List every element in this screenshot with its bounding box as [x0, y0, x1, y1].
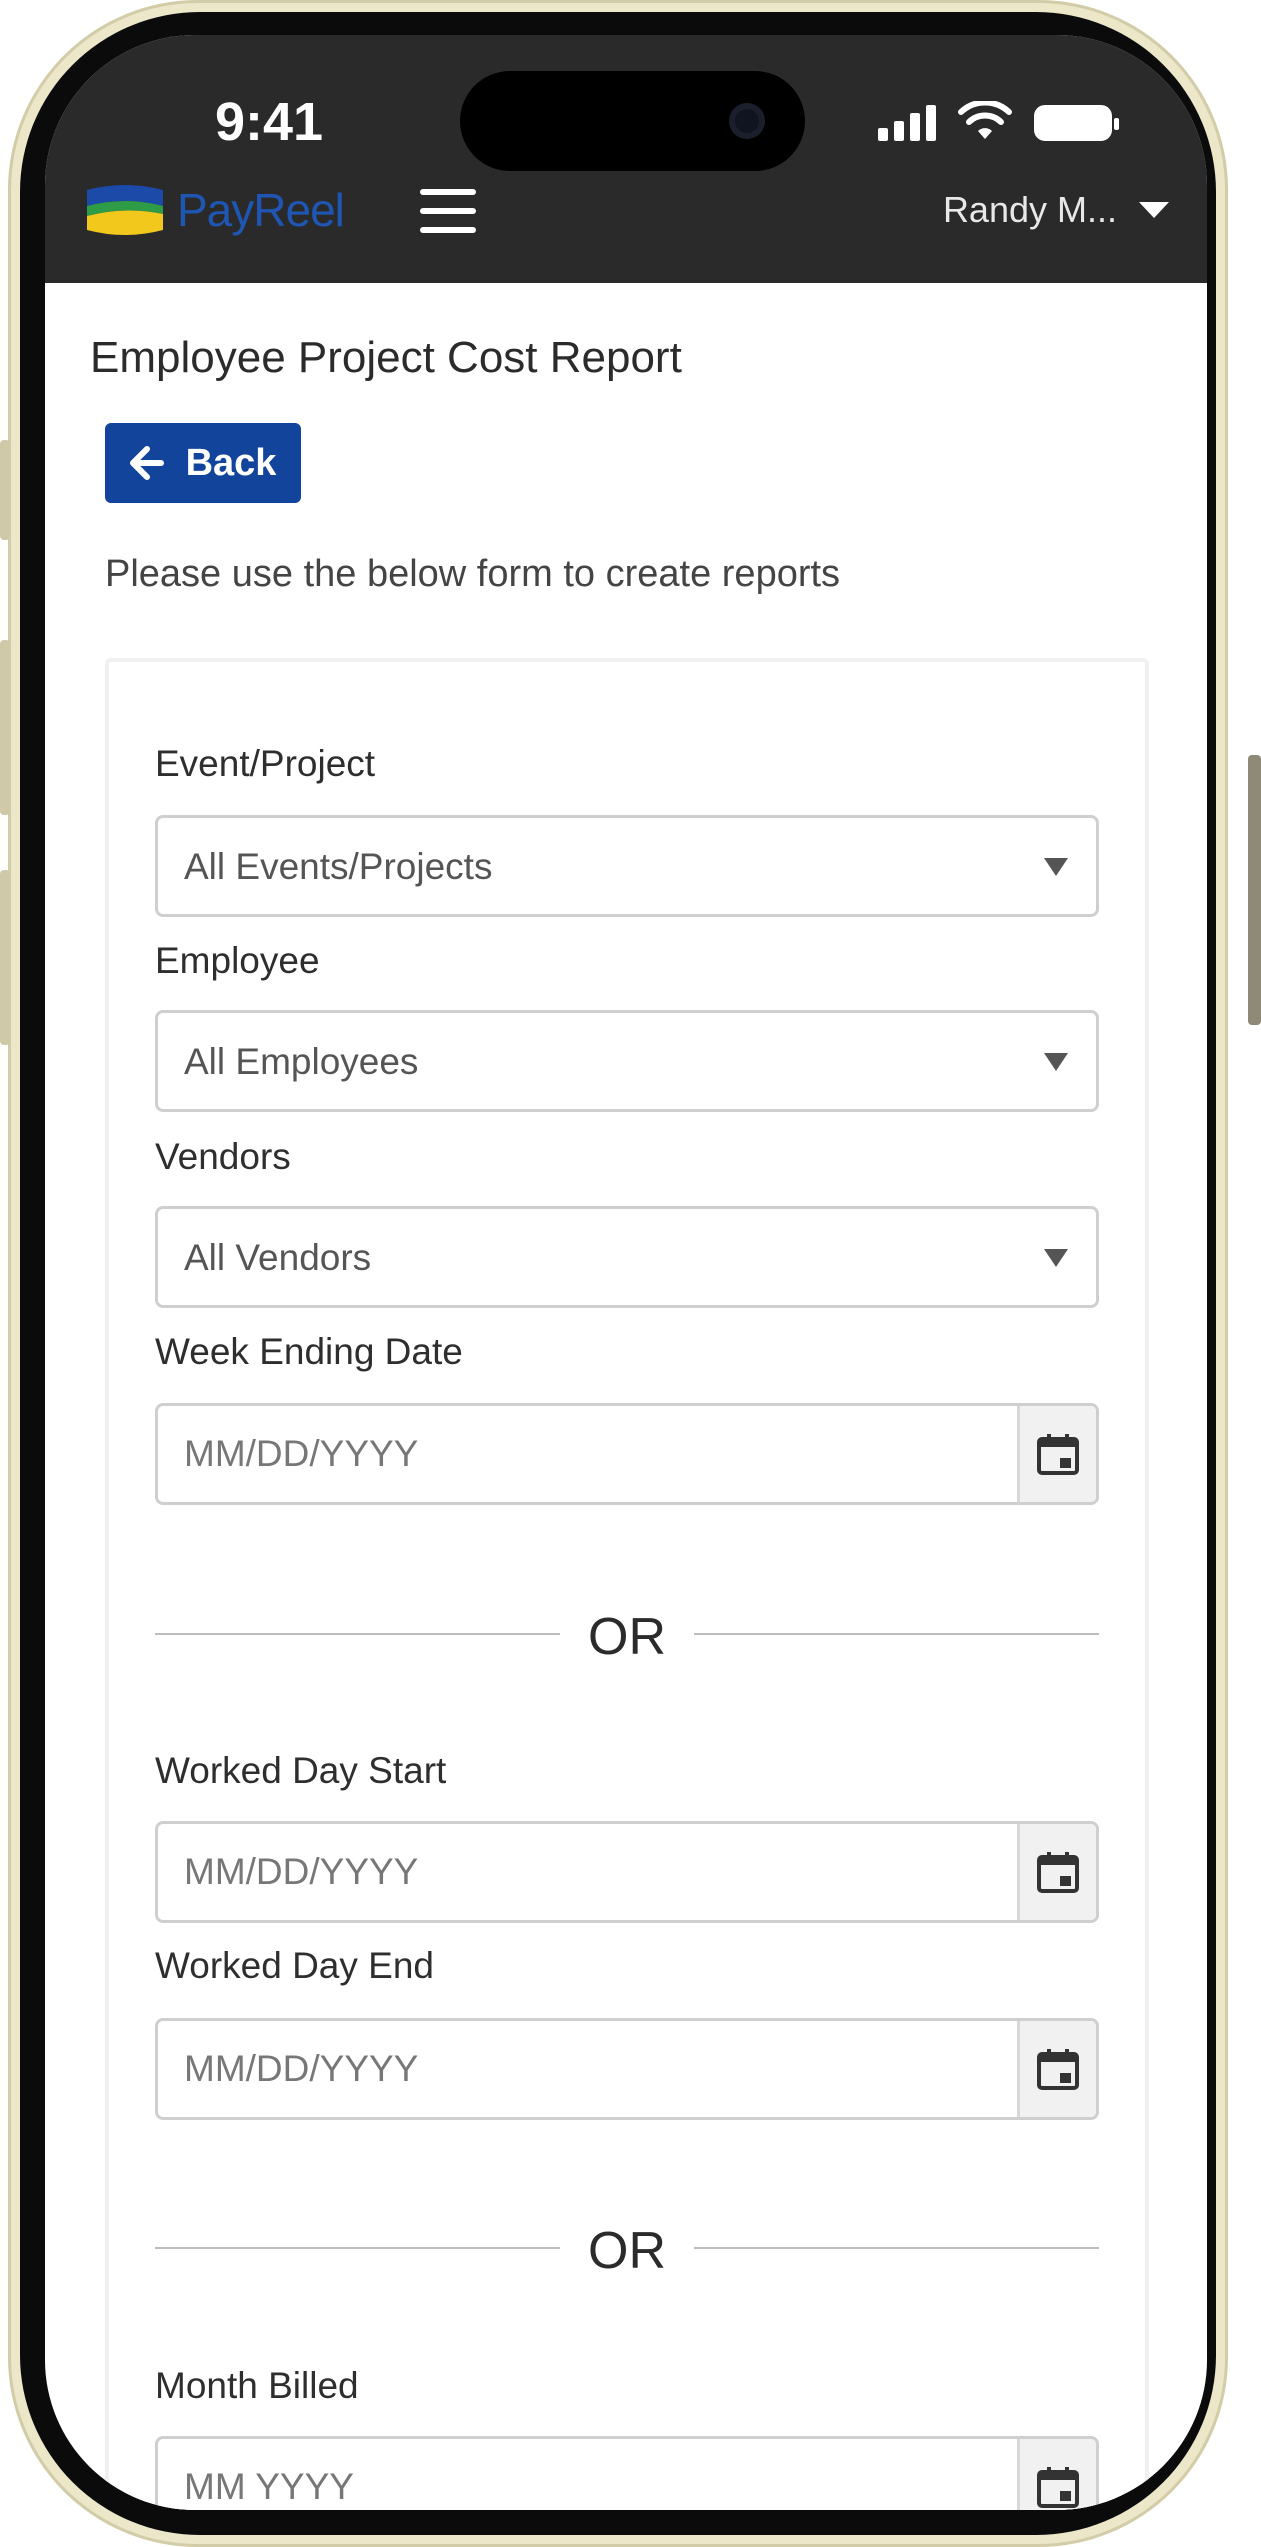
caret-down-icon	[1044, 1249, 1068, 1267]
arrow-left-icon	[129, 446, 164, 480]
back-button-label: Back	[185, 441, 277, 484]
worked-day-start-label: Worked Day Start	[155, 1750, 447, 1791]
event-project-value: All Events/Projects	[184, 846, 493, 887]
employee-select[interactable]: All Employees	[155, 1010, 1099, 1112]
intro-text: Please use the below form to create repo…	[105, 553, 841, 595]
status-time: 9:41	[215, 92, 324, 152]
week-ending-input[interactable]	[158, 1406, 1018, 1502]
employee-value: All Employees	[184, 1041, 419, 1082]
or-text: OR	[588, 2222, 666, 2280]
calendar-icon[interactable]	[1017, 2021, 1096, 2117]
worked-day-end-label: Worked Day End	[155, 1945, 434, 1986]
or-text: OR	[588, 1608, 666, 1666]
logo-mark-icon	[87, 185, 163, 235]
calendar-icon[interactable]	[1017, 1406, 1096, 1502]
phone-screen: 9:41 PayReel Randy M... Employee Project…	[45, 35, 1207, 2510]
caret-down-icon	[1139, 202, 1169, 218]
week-ending-label: Week Ending Date	[155, 1331, 463, 1372]
back-button[interactable]: Back	[105, 423, 301, 503]
worked-day-end-input[interactable]	[158, 2021, 1018, 2117]
user-menu[interactable]: Randy M...	[943, 189, 1169, 231]
month-billed-field	[155, 2436, 1099, 2510]
vendors-select[interactable]: All Vendors	[155, 1206, 1099, 1308]
calendar-icon[interactable]	[1017, 1824, 1096, 1920]
camera-icon	[729, 103, 765, 139]
worked-day-start-input[interactable]	[158, 1824, 1018, 1920]
month-billed-input[interactable]	[158, 2439, 1018, 2510]
event-project-label: Event/Project	[155, 743, 376, 784]
caret-down-icon	[1044, 858, 1068, 876]
app-header: 9:41 PayReel Randy M...	[45, 35, 1207, 283]
vendors-value: All Vendors	[184, 1237, 372, 1278]
calendar-icon[interactable]	[1017, 2439, 1096, 2510]
status-icons	[878, 101, 1119, 141]
phone-side-button	[0, 440, 10, 540]
dynamic-island	[460, 71, 805, 171]
month-billed-label: Month Billed	[155, 2365, 359, 2406]
employee-label: Employee	[155, 940, 320, 981]
user-name: Randy M...	[942, 189, 1117, 230]
caret-down-icon	[1044, 1053, 1068, 1071]
brand-name: PayReel	[177, 184, 345, 236]
or-divider: OR	[155, 1603, 1099, 1666]
phone-side-button	[0, 640, 10, 815]
or-divider: OR	[155, 2217, 1099, 2280]
worked-day-end-field	[155, 2018, 1099, 2120]
phone-side-button	[1248, 755, 1261, 1025]
battery-icon	[1034, 105, 1119, 141]
event-project-select[interactable]: All Events/Projects	[155, 815, 1099, 917]
phone-side-button	[0, 870, 10, 1045]
worked-day-start-field	[155, 1821, 1099, 1923]
menu-icon[interactable]	[420, 189, 476, 233]
signal-icon	[878, 105, 936, 141]
payreel-logo[interactable]: PayReel	[85, 183, 345, 237]
page-title: Employee Project Cost Report	[90, 333, 682, 382]
week-ending-field	[155, 1403, 1099, 1505]
wifi-icon	[958, 101, 1012, 139]
vendors-label: Vendors	[155, 1136, 291, 1177]
